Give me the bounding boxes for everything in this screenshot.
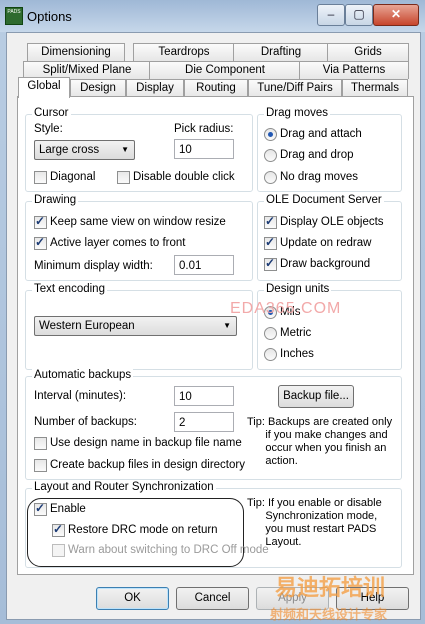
- min-display-width-input[interactable]: 0.01: [174, 255, 234, 275]
- radio-drag-and-drop[interactable]: [264, 149, 277, 162]
- number-of-backups-label: Number of backups:: [34, 416, 137, 428]
- cancel-button[interactable]: Cancel: [176, 587, 249, 610]
- update-redraw-checkbox[interactable]: [264, 235, 277, 250]
- design-units-group-title: Design units: [264, 283, 332, 295]
- text-encoding-group-title: Text encoding: [32, 283, 107, 295]
- draw-background-checkbox[interactable]: [264, 256, 277, 271]
- title-bar[interactable]: PADS Options – ▢ ✕: [0, 0, 425, 32]
- radio-no-drag-moves[interactable]: [264, 171, 277, 184]
- pick-radius-label: Pick radius:: [174, 123, 234, 135]
- disable-double-click-label: Disable double click: [133, 171, 235, 183]
- tab-global[interactable]: Global: [18, 77, 70, 98]
- minimize-icon: –: [327, 7, 335, 21]
- tab-drafting[interactable]: Drafting: [233, 43, 329, 61]
- warn-drc-off-checkbox[interactable]: [52, 544, 65, 557]
- disable-double-click-checkbox[interactable]: [117, 171, 130, 184]
- sync-enable-label: Enable: [50, 503, 86, 515]
- keep-same-view-checkbox[interactable]: [34, 214, 47, 229]
- restore-drc-checkbox[interactable]: [52, 522, 65, 537]
- tab-teardrops[interactable]: Teardrops: [133, 43, 235, 61]
- maximize-button[interactable]: ▢: [345, 4, 373, 26]
- interval-label: Interval (minutes):: [34, 390, 127, 402]
- watermark-eda365: EDA365.COM: [230, 300, 342, 317]
- text-encoding-value: Western European: [39, 320, 135, 332]
- keep-same-view-label: Keep same view on window resize: [50, 216, 226, 228]
- active-layer-front-label: Active layer comes to front: [50, 237, 186, 249]
- create-in-design-dir-checkbox[interactable]: [34, 459, 47, 472]
- pick-radius-input[interactable]: 10: [174, 139, 234, 159]
- no-drag-moves-label: No drag moves: [280, 171, 358, 183]
- draw-background-label: Draw background: [280, 258, 371, 270]
- window-title: Options: [27, 9, 72, 24]
- inches-label: Inches: [280, 348, 314, 360]
- active-layer-front-checkbox[interactable]: [34, 235, 47, 250]
- warn-drc-off-label: Warn about switching to DRC Off mode: [68, 544, 269, 556]
- pads-app-icon: PADS: [5, 7, 23, 25]
- text-encoding-select[interactable]: Western European ▼: [34, 316, 237, 336]
- tab-via-patterns[interactable]: Via Patterns: [299, 61, 409, 79]
- interval-input[interactable]: 10: [174, 386, 234, 406]
- chevron-down-icon: ▼: [121, 145, 129, 154]
- use-design-name-checkbox[interactable]: [34, 437, 47, 450]
- sync-group-title: Layout and Router Synchronization: [32, 481, 216, 493]
- radio-drag-and-attach[interactable]: [264, 128, 277, 141]
- tab-grids[interactable]: Grids: [327, 43, 409, 61]
- cursor-group-title: Cursor: [32, 107, 71, 119]
- ok-button[interactable]: OK: [96, 587, 169, 610]
- tab-thermals[interactable]: Thermals: [342, 79, 408, 97]
- options-window: PADS Options – ▢ ✕ Dimensioning Teardrop…: [0, 0, 425, 624]
- tab-design[interactable]: Design: [70, 79, 126, 97]
- display-ole-checkbox[interactable]: [264, 214, 277, 229]
- display-ole-label: Display OLE objects: [280, 216, 384, 228]
- chevron-down-icon: ▼: [223, 321, 231, 330]
- diagonal-checkbox[interactable]: [34, 171, 47, 184]
- sync-tip-text: Tip: If you enable or disable Synchroniz…: [247, 497, 382, 548]
- tab-dimensioning[interactable]: Dimensioning: [27, 43, 125, 61]
- sync-enable-checkbox[interactable]: [34, 501, 47, 516]
- drag-and-attach-label: Drag and attach: [280, 128, 362, 140]
- maximize-icon: ▢: [353, 7, 365, 21]
- watermark-rf-antenna: 射频和天线设计专家: [270, 607, 388, 622]
- restore-drc-label: Restore DRC mode on return: [68, 524, 218, 536]
- update-redraw-label: Update on redraw: [280, 237, 372, 249]
- watermark-training: 易迪拓培训: [275, 575, 386, 600]
- minimize-button[interactable]: –: [317, 4, 345, 26]
- close-button[interactable]: ✕: [373, 4, 419, 26]
- drawing-group-title: Drawing: [32, 194, 79, 206]
- close-icon: ✕: [390, 7, 402, 21]
- cursor-style-value: Large cross: [39, 144, 100, 156]
- tab-tune-diff-pairs[interactable]: Tune/Diff Pairs: [248, 79, 342, 97]
- radio-inches[interactable]: [264, 348, 277, 361]
- radio-metric[interactable]: [264, 327, 277, 340]
- create-in-design-dir-label: Create backup files in design directory: [50, 459, 245, 471]
- backup-file-button[interactable]: Backup file...: [278, 385, 354, 408]
- use-design-name-label: Use design name in backup file name: [50, 437, 242, 449]
- diagonal-label: Diagonal: [50, 171, 96, 183]
- backups-tip-text: Tip: Backups are created only if you mak…: [247, 416, 393, 467]
- ole-group-title: OLE Document Server: [264, 194, 384, 206]
- cursor-style-select[interactable]: Large cross ▼: [34, 140, 135, 160]
- automatic-backups-group-title: Automatic backups: [32, 369, 134, 381]
- metric-label: Metric: [280, 327, 312, 339]
- min-display-width-label: Minimum display width:: [34, 260, 153, 272]
- tab-display[interactable]: Display: [126, 79, 184, 97]
- tab-routing[interactable]: Routing: [184, 79, 248, 97]
- tab-die-component[interactable]: Die Component: [149, 61, 301, 79]
- drag-moves-group-title: Drag moves: [264, 107, 330, 119]
- drag-and-drop-label: Drag and drop: [280, 149, 354, 161]
- style-label: Style:: [34, 123, 63, 135]
- number-of-backups-input[interactable]: 2: [174, 412, 234, 432]
